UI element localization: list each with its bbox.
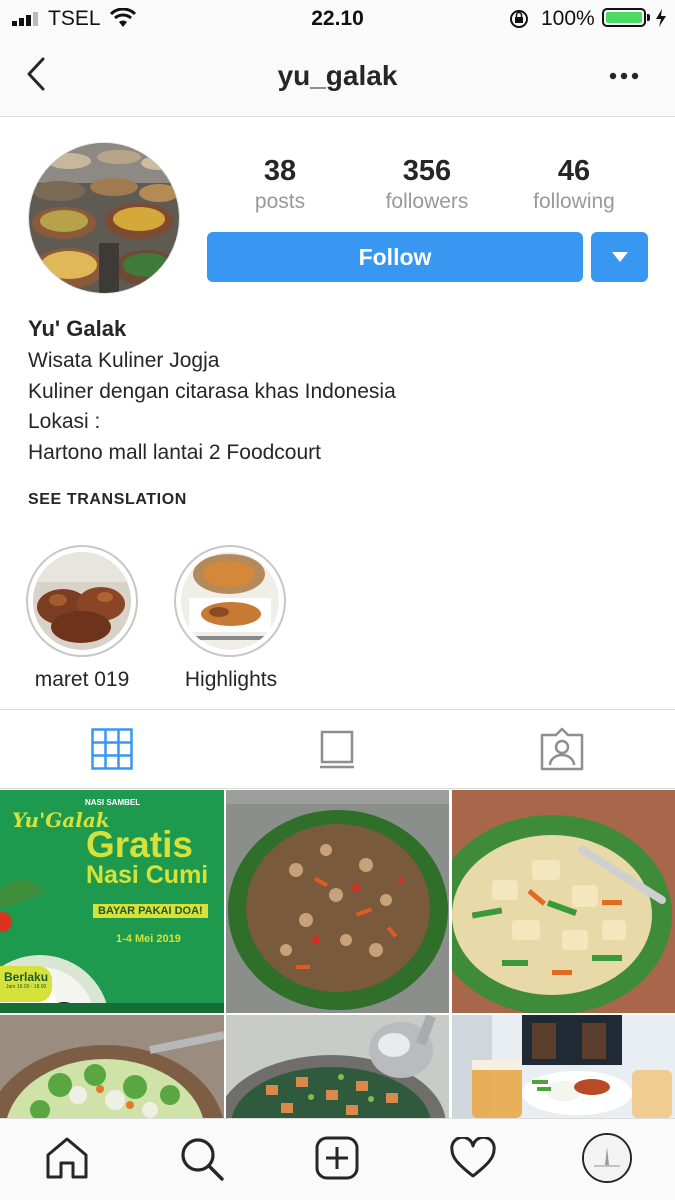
battery-percent: 100%: [541, 7, 595, 30]
promo-heading-1: Gratis: [86, 824, 193, 865]
orientation-lock-icon: [510, 10, 528, 28]
grid-icon[interactable]: [91, 728, 133, 770]
bio-line: Wisata Kuliner Jogja: [28, 349, 220, 372]
bio-line: Kuliner dengan citarasa khas Indonesia: [28, 380, 396, 403]
stat-value: 38: [263, 155, 297, 187]
post-tile-promo[interactable]: NASI SAMBEL Yu'Galak Gratis Nasi Cumi BA…: [0, 790, 224, 1013]
post-tile[interactable]: [226, 1015, 449, 1118]
promo-badge: Berlaku Jam 19.00 - 18.00: [0, 966, 52, 1002]
battery-icon: [602, 8, 646, 27]
follow-button[interactable]: Follow: [207, 232, 583, 282]
promo-badge-text: Berlaku: [4, 970, 49, 984]
stat-label: following: [533, 190, 615, 213]
highlight-cover: [33, 552, 131, 650]
caret-down-icon: [611, 252, 628, 262]
promo-dates: 1-4 Mei 2019: [116, 933, 181, 945]
stat-following[interactable]: 46 following: [504, 155, 644, 214]
stat-label: followers: [385, 190, 469, 213]
profile-avatar[interactable]: [28, 142, 180, 294]
highlight-maret-019[interactable]: [26, 545, 138, 657]
stat-value: 356: [402, 155, 452, 187]
stat-value: 46: [557, 155, 591, 187]
bio-line: Lokasi :: [28, 410, 101, 433]
profile-name: Yu' Galak: [28, 316, 127, 341]
highlight-cover: [181, 552, 279, 650]
post-tile[interactable]: [0, 1015, 224, 1118]
stat-followers[interactable]: 356 followers: [357, 155, 497, 214]
search-icon[interactable]: [178, 1135, 226, 1183]
highlight-ring: [174, 545, 286, 657]
profile-tab-bar: [0, 709, 675, 789]
promo-banner: BAYAR PAKAI DOA!: [93, 904, 208, 918]
add-post-icon[interactable]: [314, 1135, 360, 1181]
highlight-ring: [26, 545, 138, 657]
feed-icon[interactable]: [318, 728, 356, 770]
bio-line: Hartono mall lantai 2 Foodcourt: [28, 441, 321, 464]
status-bar: TSEL 22.10 100%: [0, 0, 675, 36]
profile-avatar-icon[interactable]: [582, 1133, 632, 1183]
highlight-highlights[interactable]: [174, 545, 286, 657]
page-title: yu_galak: [277, 60, 398, 91]
heart-icon[interactable]: [449, 1137, 497, 1179]
post-tile[interactable]: [452, 1015, 675, 1118]
post-tile[interactable]: [226, 790, 449, 1013]
highlight-label: maret 019: [34, 668, 130, 691]
top-nav-bar: yu_galak: [0, 36, 675, 117]
home-icon[interactable]: [44, 1135, 90, 1181]
promo-heading-2: Nasi Cumi: [86, 861, 209, 889]
more-dots-icon[interactable]: [609, 72, 639, 80]
promo-footer: [0, 1003, 224, 1013]
promo-badge-subtext: Jam 19.00 - 18.00: [6, 984, 47, 990]
charging-icon: [656, 9, 666, 27]
promo-small-text: NASI SAMBEL: [85, 798, 141, 807]
stat-posts[interactable]: 38 posts: [210, 155, 350, 214]
suggested-dropdown-button[interactable]: [591, 232, 648, 282]
post-tile[interactable]: [452, 790, 675, 1013]
highlight-label: Highlights: [184, 668, 278, 691]
bottom-nav-bar: [0, 1118, 675, 1200]
see-translation-link[interactable]: SEE TRANSLATION: [28, 491, 187, 509]
stat-label: posts: [254, 190, 306, 213]
tagged-icon[interactable]: [539, 727, 585, 771]
